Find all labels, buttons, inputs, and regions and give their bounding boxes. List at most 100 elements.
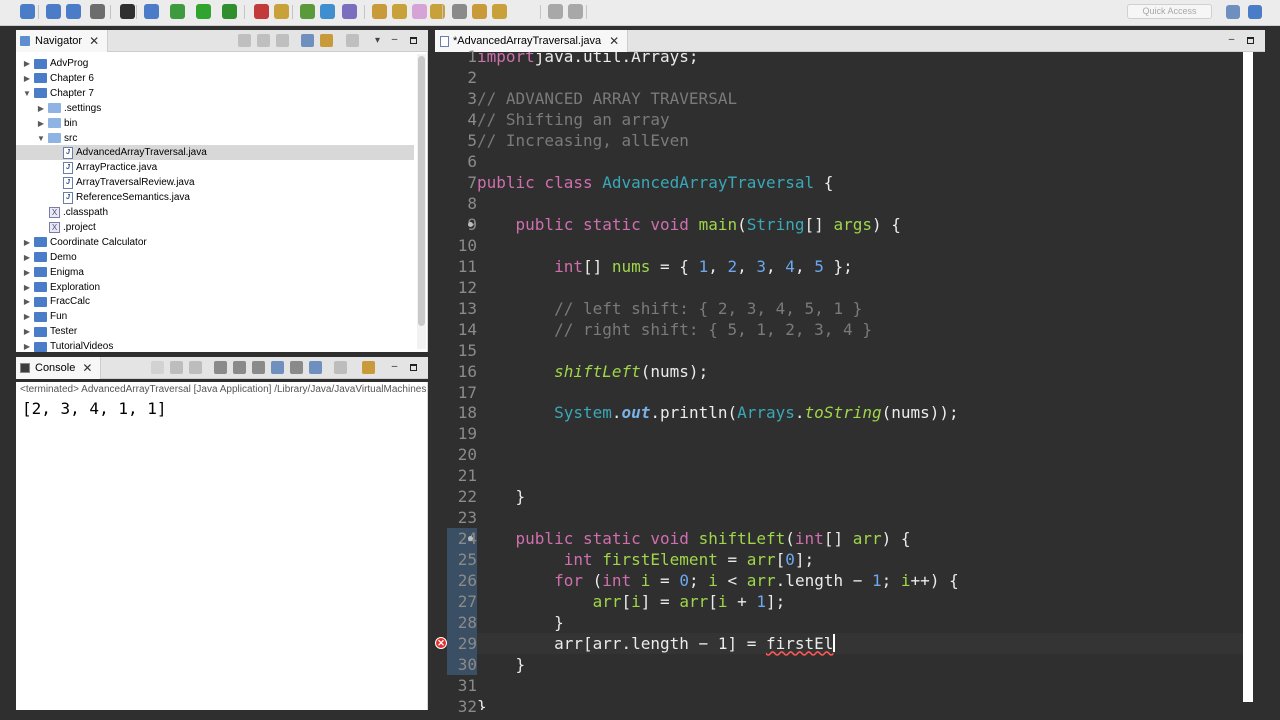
navigator-item[interactable]: ▼ src [16, 131, 414, 146]
expand-arrow-icon[interactable]: ▶ [22, 283, 32, 292]
navigator-scrollbar[interactable] [417, 54, 426, 349]
show-whitespace-icon[interactable] [452, 4, 467, 19]
code-line[interactable] [477, 235, 1243, 256]
expand-arrow-icon[interactable]: ▶ [22, 238, 32, 247]
search-icon[interactable] [392, 4, 407, 19]
maximize-icon[interactable] [407, 34, 420, 47]
word-wrap-icon[interactable] [252, 361, 265, 374]
navigator-item[interactable]: ▼ Chapter 7 [16, 86, 414, 101]
console-output-area[interactable]: <terminated> AdvancedArrayTraversal [Jav… [16, 382, 428, 710]
new-java-project-icon[interactable] [274, 4, 289, 19]
error-marker-icon[interactable]: ✕ [435, 637, 447, 650]
open-perspective-icon[interactable] [1226, 5, 1240, 19]
back-icon[interactable] [548, 4, 563, 19]
navigator-item[interactable]: J ArrayPractice.java [16, 160, 414, 175]
new-console-icon[interactable] [362, 361, 375, 374]
code-line[interactable]: public static void main(String[] args) { [477, 214, 1243, 235]
scroll-lock-icon[interactable] [233, 361, 246, 374]
code-line[interactable]: for (int i = 0; i < arr.length − 1; i++)… [477, 570, 1243, 591]
minimize-icon[interactable]: – [388, 361, 401, 374]
expand-arrow-icon[interactable]: ▶ [22, 253, 32, 262]
maximize-icon[interactable] [1244, 34, 1257, 47]
code-area[interactable]: importjava.util.Arrays; // ADVANCED ARRAY… [477, 52, 1243, 710]
navigator-item[interactable]: X .project [16, 220, 414, 235]
new-package-icon[interactable] [300, 4, 315, 19]
view-menu-icon[interactable]: ▾ [371, 34, 384, 47]
code-line[interactable] [477, 465, 1243, 486]
expand-arrow-icon[interactable]: ▶ [36, 104, 46, 113]
collapse-arrow-icon[interactable]: ▼ [22, 89, 32, 98]
navigator-item[interactable]: ▶ Demo [16, 250, 414, 265]
expand-arrow-icon[interactable]: ▶ [22, 327, 32, 336]
code-line[interactable] [477, 151, 1243, 172]
open-console-icon[interactable] [334, 361, 347, 374]
code-line[interactable] [477, 277, 1243, 298]
fold-marker-icon[interactable] [468, 221, 473, 227]
link-with-editor-icon[interactable] [320, 34, 333, 47]
navigator-item[interactable]: ▶ bin [16, 116, 414, 131]
minimize-icon[interactable]: – [388, 34, 401, 47]
terminate-icon[interactable] [151, 361, 164, 374]
java-perspective-icon[interactable] [1248, 5, 1262, 19]
navigator-item[interactable]: ▶ Chapter 6 [16, 71, 414, 86]
navigator-item[interactable]: J ArrayTraversalReview.java [16, 175, 414, 190]
editor-scrollbar-thumb[interactable] [1244, 58, 1252, 318]
up-icon[interactable] [276, 34, 289, 47]
maximize-icon[interactable] [407, 361, 420, 374]
navigator-item[interactable]: ▶ Tester [16, 324, 414, 339]
minimize-icon[interactable]: – [1225, 34, 1238, 47]
navigator-item[interactable]: ▶ FracCalc [16, 294, 414, 309]
close-icon[interactable]: ✕ [82, 361, 92, 375]
code-line[interactable] [477, 675, 1243, 696]
run-last-icon[interactable] [254, 4, 269, 19]
focus-icon[interactable] [346, 34, 359, 47]
print-icon[interactable] [90, 4, 105, 19]
expand-arrow-icon[interactable]: ▶ [22, 342, 32, 351]
remove-all-icon[interactable] [189, 361, 202, 374]
next-annotation-icon[interactable] [472, 4, 487, 19]
navigator-item[interactable]: ▶ .settings [16, 101, 414, 116]
navigator-item[interactable]: ▶ AdvProg [16, 56, 414, 71]
save-icon[interactable] [46, 4, 61, 19]
code-line[interactable] [477, 340, 1243, 361]
display-console-icon[interactable] [290, 361, 303, 374]
code-line[interactable]: // right shift: { 5, 1, 2, 3, 4 } [477, 319, 1243, 340]
code-line[interactable] [477, 444, 1243, 465]
open-type-icon[interactable] [342, 4, 357, 19]
coverage-icon[interactable] [222, 4, 237, 19]
collapse-arrow-icon[interactable]: ▼ [36, 134, 46, 143]
expand-arrow-icon[interactable]: ▶ [22, 59, 32, 68]
code-line[interactable]: arr[i] = arr[i + 1]; [477, 591, 1243, 612]
code-line[interactable]: public static void shiftLeft(int[] arr) … [477, 528, 1243, 549]
forward-icon[interactable] [568, 4, 583, 19]
navigator-item[interactable]: ▶ TutorialVideos [16, 339, 414, 354]
code-line[interactable]: } [477, 696, 1243, 710]
code-line[interactable] [477, 67, 1243, 88]
code-line[interactable]: // ADVANCED ARRAY TRAVERSAL [477, 88, 1243, 109]
code-line[interactable]: int[] nums = { 1, 2, 3, 4, 5 }; [477, 256, 1243, 277]
editor-scrollbar[interactable] [1243, 52, 1253, 702]
navigator-item[interactable]: ▶ Fun [16, 309, 414, 324]
code-line[interactable]: arr[arr.length − 1] = firstEl [477, 633, 1243, 655]
code-line[interactable]: } [477, 654, 1243, 675]
code-line[interactable]: shiftLeft(nums); [477, 361, 1243, 382]
new-class-icon[interactable] [320, 4, 335, 19]
code-line[interactable]: } [477, 612, 1243, 633]
close-icon[interactable]: ✕ [609, 34, 619, 48]
show-on-output-icon[interactable] [309, 361, 322, 374]
navigator-item[interactable]: J AdvancedArrayTraversal.java [16, 145, 414, 161]
clear-console-icon[interactable] [214, 361, 227, 374]
run-icon[interactable] [196, 4, 211, 19]
code-line[interactable]: // left shift: { 2, 3, 4, 5, 1 } [477, 298, 1243, 319]
code-line[interactable]: importjava.util.Arrays; [477, 52, 1243, 67]
open-task-icon[interactable] [372, 4, 387, 19]
navigator-item[interactable]: X .classpath [16, 205, 414, 220]
expand-arrow-icon[interactable]: ▶ [22, 297, 32, 306]
debug-icon[interactable] [170, 4, 185, 19]
new-icon[interactable] [20, 4, 35, 19]
pin-console-icon[interactable] [271, 361, 284, 374]
navigator-scrollbar-thumb[interactable] [418, 56, 425, 326]
expand-arrow-icon[interactable]: ▶ [36, 119, 46, 128]
code-line[interactable]: int firstElement = arr[0]; [477, 549, 1243, 570]
expand-arrow-icon[interactable]: ▶ [22, 268, 32, 277]
